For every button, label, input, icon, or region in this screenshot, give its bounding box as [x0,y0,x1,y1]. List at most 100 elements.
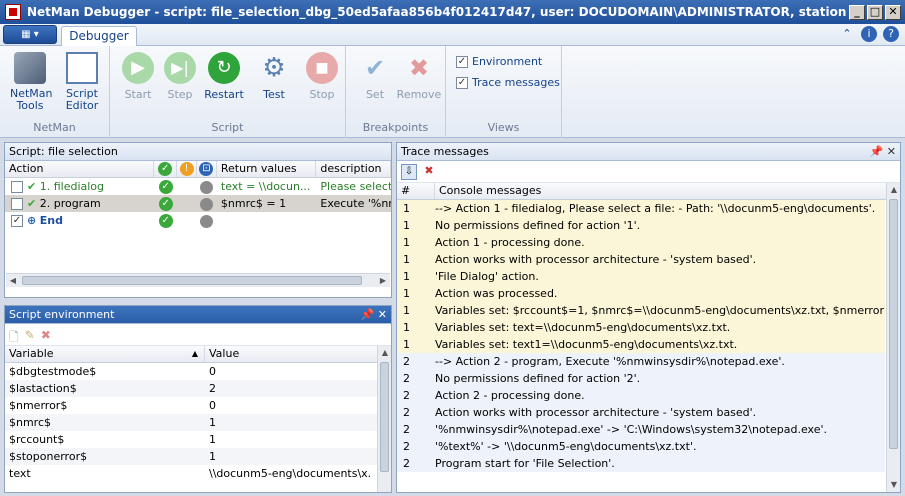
column-return-values[interactable]: Return values [217,161,317,177]
trace-messages-checkbox[interactable]: ✓ [456,76,468,89]
collapse-ribbon-icon[interactable]: ⌃ [839,26,855,42]
remove-breakpoint-button[interactable]: ✖ Remove [396,52,442,101]
trace-row[interactable]: 2 Program start for 'File Selection'. [397,455,885,472]
trace-message-cell: No permissions defined for action '1'. [435,219,641,232]
env-row[interactable]: $nmerror$ 0 [5,397,391,414]
trace-row[interactable]: 1 'File Dialog' action. [397,268,885,285]
env-row[interactable]: $nmrc$ 1 [5,414,391,431]
action-cell: ✔ 1. filedialog [5,178,154,195]
help-icon[interactable]: i [861,26,877,42]
script-row[interactable]: ✓ ⊕ End ✓ [5,212,391,229]
environment-checkbox[interactable]: ✓ [456,55,468,68]
value-cell: 0 [209,399,216,412]
close-button[interactable]: ✕ [885,4,901,20]
env-row[interactable]: $lastaction$ 2 [5,380,391,397]
end-icon: ⊕ [27,214,37,227]
restart-button[interactable]: ↻ Restart [202,52,246,101]
scroll-up-icon[interactable]: ▲ [378,346,392,360]
netman-tools-button[interactable]: NetMan Tools [6,52,54,112]
minimize-button[interactable]: _ [849,4,865,20]
new-variable-icon[interactable]: 🗋 [9,328,19,344]
return-value-cell: $nmrc$ = 1 [220,197,287,210]
pin-icon[interactable]: 📌 [361,308,375,321]
trace-row[interactable]: 1 No permissions defined for action '1'. [397,217,885,234]
success-icon: ✓ [158,180,173,194]
trace-message-cell: 'File Dialog' action. [435,270,539,283]
edit-variable-icon[interactable]: ✎ [25,328,35,342]
delete-variable-icon[interactable]: ✖ [41,328,51,342]
start-button[interactable]: ▶ Start [118,52,158,101]
column-number[interactable]: # [397,183,435,199]
scroll-up-icon[interactable]: ▲ [887,183,901,197]
value-cell: 1 [209,416,216,429]
variable-cell: $lastaction$ [9,382,77,395]
trace-row[interactable]: 1 Variables set: $rccount$=1, $nmrc$=\\do… [397,302,885,319]
trace-messages-view-toggle[interactable]: ✓ Trace messages [456,76,560,89]
trace-row[interactable]: 2 --> Action 2 - program, Execute '%nmwin… [397,353,885,370]
column-description[interactable]: description [316,161,391,177]
autoscroll-icon[interactable]: ⇩ [401,164,417,180]
scroll-down-icon[interactable]: ▼ [887,478,901,492]
breakpoint-checkbox[interactable]: ✓ [11,215,23,227]
env-row[interactable]: $dbgtestmode$ 0 [5,363,391,380]
trace-row[interactable]: 1 Action works with processor architectur… [397,251,885,268]
trace-row[interactable]: 2 Action 2 - processing done. [397,387,885,404]
sort-ascending-icon: ▲ [191,349,198,358]
description-cell [316,212,391,229]
env-row[interactable]: text \\docunm5-eng\documents\x... [5,465,391,482]
about-icon[interactable]: ? [883,26,899,42]
trace-row[interactable]: 1 Action 1 - processing done. [397,234,885,251]
step-button[interactable]: ▶| Step [160,52,200,101]
script-row[interactable]: ✔ 2. program ✓ $nmrc$ = 1 Execute '%nmw [5,195,391,212]
set-breakpoint-button[interactable]: ✔ Set [354,52,396,101]
maximize-button[interactable]: □ [867,4,883,20]
trace-number-cell: 1 [403,287,410,300]
trace-row[interactable]: 2 No permissions defined for action '2'. [397,370,885,387]
env-row[interactable]: $stoponerror$ 1 [5,448,391,465]
pin-icon[interactable]: 📌 [870,145,884,158]
trace-row[interactable]: 1 Variables set: text=\\docunm5-eng\docum… [397,319,885,336]
scroll-thumb[interactable] [22,276,362,285]
column-value[interactable]: Value [205,346,391,362]
column-permissions[interactable]: ⊡ [197,161,217,177]
scroll-right-icon[interactable]: ▶ [376,274,390,288]
trace-message-cell: Action works with processor architecture… [435,253,757,266]
trace-vertical-scrollbar[interactable]: ▲ ▼ [886,183,900,492]
trace-row[interactable]: 1 Variables set: text1=\\docunm5-eng\docu… [397,336,885,353]
tab-debugger[interactable]: Debugger [61,26,137,47]
script-panel-title: Script: file selection [5,143,391,161]
stop-button[interactable]: ■ Stop [302,52,342,101]
test-button[interactable]: ⚙ Test [254,52,294,101]
checkmark-icon: ✔ [27,180,37,193]
env-row[interactable]: $rccount$ 1 [5,431,391,448]
panel-close-icon[interactable]: ✕ [887,145,896,158]
column-variable[interactable]: Variable ▲ [5,346,205,362]
app-icon[interactable] [5,4,21,20]
trace-row[interactable]: 2 '%text%' -> '\\docunm5-eng\documents\xz… [397,438,885,455]
column-console-messages[interactable]: Console messages [435,183,900,199]
trace-row[interactable]: 1 Action was processed. [397,285,885,302]
script-editor-button[interactable]: Script Editor [58,52,106,112]
env-vertical-scrollbar[interactable]: ▲ [377,346,391,492]
step-icon: ▶| [164,52,196,84]
scroll-thumb[interactable] [380,362,389,472]
panel-close-icon[interactable]: ✕ [378,308,387,321]
column-action[interactable]: Action [5,161,155,177]
column-ok[interactable]: ✓ [154,161,178,177]
clear-trace-icon[interactable]: ✖ [421,164,437,180]
breakpoint-checkbox[interactable] [11,198,23,210]
column-warning[interactable]: ! [177,161,197,177]
trace-message-cell: Action works with processor architecture… [435,406,757,419]
environment-view-toggle[interactable]: ✓ Environment [456,55,542,68]
trace-message-cell: --> Action 1 - filedialog, Please select… [435,202,876,215]
script-row[interactable]: ✔ 1. filedialog ✓ text = \\docun... Please … [5,178,391,195]
trace-row[interactable]: 2 '%nmwinsysdir%\notepad.exe' -> 'C:\Wind… [397,421,885,438]
application-menu-button[interactable]: ▦ ▾ [3,25,57,44]
breakpoint-checkbox[interactable] [11,181,23,193]
script-horizontal-scrollbar[interactable]: ◀ ▶ [6,273,390,287]
scroll-thumb[interactable] [889,199,898,449]
trace-row[interactable]: 2 Action works with processor architectur… [397,404,885,421]
trace-number-cell: 2 [403,440,410,453]
scroll-left-icon[interactable]: ◀ [6,274,20,288]
trace-row[interactable]: 1 --> Action 1 - filedialog, Please selec… [397,200,885,217]
